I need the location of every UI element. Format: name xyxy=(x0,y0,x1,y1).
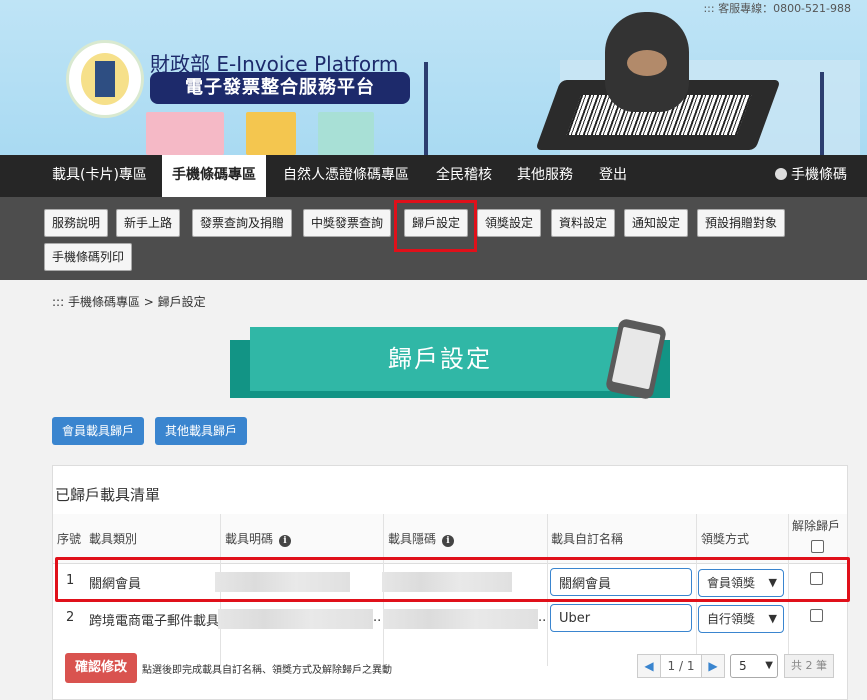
member-carrier-link-button[interactable]: 會員載具歸戶 xyxy=(52,417,145,445)
brand-subtitle: 電子發票整合服務平台 xyxy=(150,72,410,104)
header-visible-code: 載具明碼 i xyxy=(225,516,292,562)
ministry-logo[interactable] xyxy=(66,40,144,118)
nav-item-mobile-barcode[interactable]: 手機條碼專區 xyxy=(162,155,266,197)
truncation-ellipsis: .. xyxy=(373,610,382,625)
subnav-winning-query[interactable]: 中獎發票查詢 xyxy=(303,209,392,237)
row-carrier-type: 關網會員 xyxy=(89,577,142,592)
nav-item-logout[interactable]: 登出 xyxy=(599,155,627,197)
masked-hidden-code xyxy=(383,609,538,629)
phone-screen xyxy=(611,326,661,390)
nav-item-carrier-card[interactable]: 載具(卡片)專區 xyxy=(52,155,147,197)
subnav-notification-settings[interactable]: 通知設定 xyxy=(624,209,689,237)
breadcrumb: ::: 手機條碼專區 > 歸戶設定 xyxy=(52,295,206,309)
unlink-all-checkbox[interactable] xyxy=(811,540,824,553)
header-carrier-type: 載具類別 xyxy=(89,532,138,546)
subnav-getting-started[interactable]: 新手上路 xyxy=(116,209,181,237)
prize-method-value: 自行領獎 xyxy=(707,612,756,626)
subnav-barcode-print[interactable]: 手機條碼列印 xyxy=(44,243,133,271)
page-size-select[interactable]: 5 ▼ xyxy=(730,654,778,678)
nav-item-citizen-cert[interactable]: 自然人憑證條碼專區 xyxy=(283,155,409,197)
header-hidden-code: 載具隱碼 i xyxy=(388,516,455,562)
other-carrier-link-button[interactable]: 其他載具歸戶 xyxy=(155,417,248,445)
header-hidden-code-label: 載具隱碼 xyxy=(388,532,437,546)
prize-method-select[interactable]: 會員領獎 ▼ xyxy=(698,569,784,597)
service-hotline: ::: 客服專線：0800-521-988 xyxy=(703,2,851,15)
user-icon xyxy=(775,168,787,180)
user-label: 手機條碼 xyxy=(791,167,847,183)
street-lamp xyxy=(424,62,428,155)
subnav-data-settings[interactable]: 資料設定 xyxy=(551,209,616,237)
main-nav: 載具(卡片)專區 手機條碼專區 自然人憑證條碼專區 全民稽核 其他服務 登出 手… xyxy=(0,155,867,197)
page-size-value: 5 xyxy=(739,659,747,673)
column-divider xyxy=(547,514,548,666)
header-banner: ::: 客服專線：0800-521-988 財政部 E-Invoice Plat… xyxy=(0,0,867,155)
panel-title: 已歸戶載具清單 xyxy=(55,486,161,504)
header-prize-method: 領獎方式 xyxy=(701,532,750,546)
truncation-ellipsis: .. xyxy=(538,610,547,625)
subnav-account-linking[interactable]: 歸戶設定 xyxy=(404,209,469,237)
header-custom-name: 載具自訂名稱 xyxy=(551,532,624,546)
page-indicator: 1 / 1 xyxy=(661,654,701,678)
building-icon xyxy=(95,61,115,97)
unlink-checkbox[interactable] xyxy=(810,572,823,585)
header-index: 序號 xyxy=(57,532,82,546)
subnav-service-intro[interactable]: 服務說明 xyxy=(44,209,109,237)
shop-illustration xyxy=(146,112,224,155)
chevron-down-icon: ▼ xyxy=(768,576,777,589)
street-lamp xyxy=(820,72,824,155)
sub-nav: 服務說明 新手上路 發票查詢及捐贈 中獎發票查詢 歸戶設定 領獎設定 資料設定 … xyxy=(0,197,867,280)
header-visible-code-label: 載具明碼 xyxy=(225,532,274,546)
custom-name-input[interactable] xyxy=(550,568,692,596)
prize-method-select[interactable]: 自行領獎 ▼ xyxy=(698,605,784,633)
prev-page-button[interactable]: ◀ xyxy=(637,654,661,678)
row-index: 2 xyxy=(66,610,75,625)
info-icon[interactable]: i xyxy=(279,535,292,547)
column-divider xyxy=(696,514,697,666)
user-menu[interactable]: 手機條碼 xyxy=(775,155,847,197)
logo-emblem xyxy=(81,53,129,105)
row-index: 1 xyxy=(66,573,75,588)
custom-name-input[interactable] xyxy=(550,604,692,632)
chevron-down-icon: ▼ xyxy=(768,612,777,625)
shop-illustration xyxy=(246,112,296,155)
total-count: 共 2 筆 xyxy=(784,654,834,678)
row-carrier-type: 跨境電商電子郵件載具 xyxy=(89,614,220,629)
column-divider xyxy=(788,514,789,666)
masked-visible-code xyxy=(215,572,350,592)
shop-illustration xyxy=(318,112,374,155)
next-page-button[interactable]: ▶ xyxy=(701,654,725,678)
masked-hidden-code xyxy=(382,572,512,592)
subnav-invoice-query[interactable]: 發票查詢及捐贈 xyxy=(192,209,293,237)
nav-item-other-services[interactable]: 其他服務 xyxy=(517,155,573,197)
unlink-checkbox[interactable] xyxy=(810,609,823,622)
masked-visible-code xyxy=(218,609,373,629)
prize-method-value: 會員領獎 xyxy=(707,576,756,590)
chevron-down-icon: ▼ xyxy=(765,660,773,671)
bear-face xyxy=(627,50,667,76)
nav-item-audit[interactable]: 全民稽核 xyxy=(436,155,492,197)
page-title: 歸戶設定 xyxy=(250,327,630,391)
info-icon[interactable]: i xyxy=(442,535,455,547)
subnav-default-donation[interactable]: 預設捐贈對象 xyxy=(697,209,786,237)
subnav-prize-settings[interactable]: 領獎設定 xyxy=(477,209,542,237)
bear-mascot xyxy=(605,12,689,112)
confirm-note: 點選後即完成載具自訂名稱、領獎方式及解除歸戶之異動 xyxy=(142,665,392,676)
confirm-changes-button[interactable]: 確認修改 xyxy=(65,653,138,683)
